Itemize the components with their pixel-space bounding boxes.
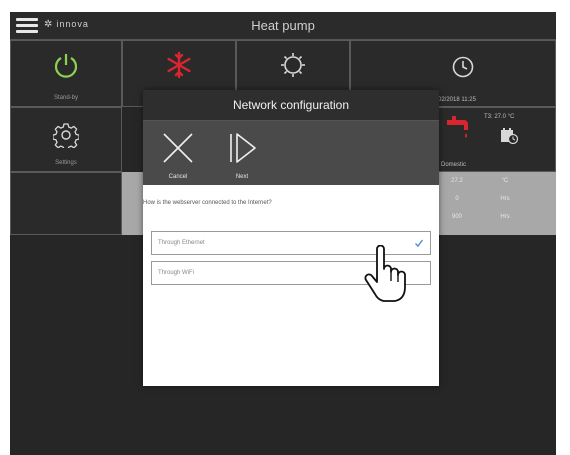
reading-value: 0: [455, 196, 459, 202]
standby-label: Stand-by: [53, 95, 78, 101]
power-icon: [54, 54, 78, 78]
faucet-icon: [447, 116, 468, 138]
reading-unit: °C: [501, 178, 509, 184]
option-ethernet-label: Through Ethernet: [158, 240, 205, 246]
clock-icon: [452, 56, 474, 78]
reading-row: 900 Hrs: [442, 214, 552, 230]
standby-tile[interactable]: Stand-by: [10, 40, 122, 107]
check-icon: [415, 239, 424, 248]
settings-tile[interactable]: Settings: [10, 107, 122, 172]
calendar-icon: [501, 128, 518, 144]
reading-unit: Hrs: [500, 196, 510, 202]
reading-unit: Hrs: [500, 214, 510, 220]
settings-gear-icon: [53, 123, 79, 148]
next-label: Next: [235, 174, 249, 180]
dialog-title: Network configuration: [232, 98, 350, 112]
domestic-hot-water-tile[interactable]: T3: 27.0 °C Domestic: [435, 107, 556, 172]
dialog-header: Network configuration: [143, 90, 439, 121]
cancel-button[interactable]: Cancel: [149, 121, 207, 185]
next-button[interactable]: Next: [213, 121, 271, 185]
snowflake-icon: [167, 51, 191, 79]
reading-value: 27.2: [451, 178, 463, 184]
option-wifi-label: Through WiFi: [158, 270, 195, 276]
network-config-dialog: Network configuration Cancel Next How is…: [143, 90, 439, 386]
title-bar: ✲ innova Heat pump: [10, 12, 556, 40]
domestic-temperature: T3: 27.0 °C: [484, 114, 515, 120]
hand-cursor-icon: [364, 245, 406, 302]
reading-row: 0 Hrs: [442, 196, 552, 212]
close-icon: [163, 133, 193, 163]
dialog-toolbar: Cancel Next: [143, 121, 439, 185]
empty-tile: [10, 172, 122, 235]
cancel-label: Cancel: [168, 174, 188, 180]
reading-row: 27.2 °C: [442, 178, 552, 194]
domestic-label: Domestic: [441, 162, 467, 168]
app-screen: ✲ innova Heat pump Stand-by 7/02/2018 11…: [10, 12, 556, 455]
sun-icon: [281, 53, 305, 77]
reading-value: 900: [451, 214, 462, 220]
clock-date: 7/02/2018 11:25: [433, 97, 476, 103]
settings-label: Settings: [55, 160, 77, 166]
connection-question: How is the webserver connected to the In…: [143, 200, 272, 206]
next-icon: [230, 133, 256, 163]
app-title: Heat pump: [251, 18, 315, 33]
